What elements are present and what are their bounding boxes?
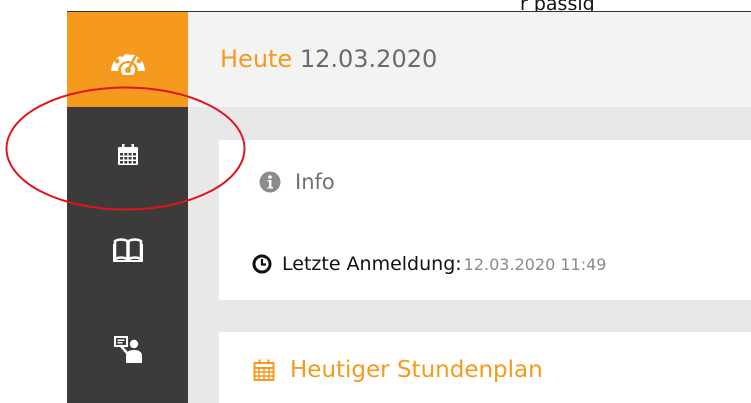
last-login-label: Letzte Anmeldung: bbox=[282, 253, 462, 275]
info-card-title: Info bbox=[295, 170, 335, 194]
last-login-value: 12.03.2020 11:49 bbox=[463, 254, 607, 274]
current-date: 12.03.2020 bbox=[299, 45, 438, 73]
info-card: Info Letzte Anmeldung: 12.03.2020 11:49 bbox=[219, 140, 751, 300]
calendar-icon bbox=[117, 143, 138, 165]
sidebar-item-presenter[interactable] bbox=[67, 297, 188, 403]
schedule-card-title: Heutiger Stundenplan bbox=[290, 357, 543, 383]
info-card-header: Info bbox=[259, 170, 335, 194]
page-title: Heute 12.03.2020 bbox=[220, 45, 437, 73]
sidebar-item-book[interactable] bbox=[67, 202, 188, 297]
clock-icon bbox=[252, 254, 272, 274]
schedule-card: Heutiger Stundenplan bbox=[219, 332, 751, 403]
schedule-card-header: Heutiger Stundenplan bbox=[252, 357, 543, 383]
sidebar bbox=[67, 12, 188, 403]
last-login-row: Letzte Anmeldung: 12.03.2020 11:49 bbox=[252, 253, 606, 275]
info-icon bbox=[259, 171, 281, 193]
sidebar-item-dashboard[interactable] bbox=[67, 12, 188, 107]
header-bar: Heute 12.03.2020 bbox=[188, 12, 751, 107]
sidebar-item-calendar[interactable] bbox=[67, 107, 188, 202]
calendar-icon bbox=[253, 359, 275, 381]
dashboard-gauge-icon bbox=[110, 49, 145, 75]
presenter-icon bbox=[113, 336, 142, 363]
book-icon bbox=[112, 237, 143, 262]
today-label: Heute bbox=[220, 45, 293, 73]
